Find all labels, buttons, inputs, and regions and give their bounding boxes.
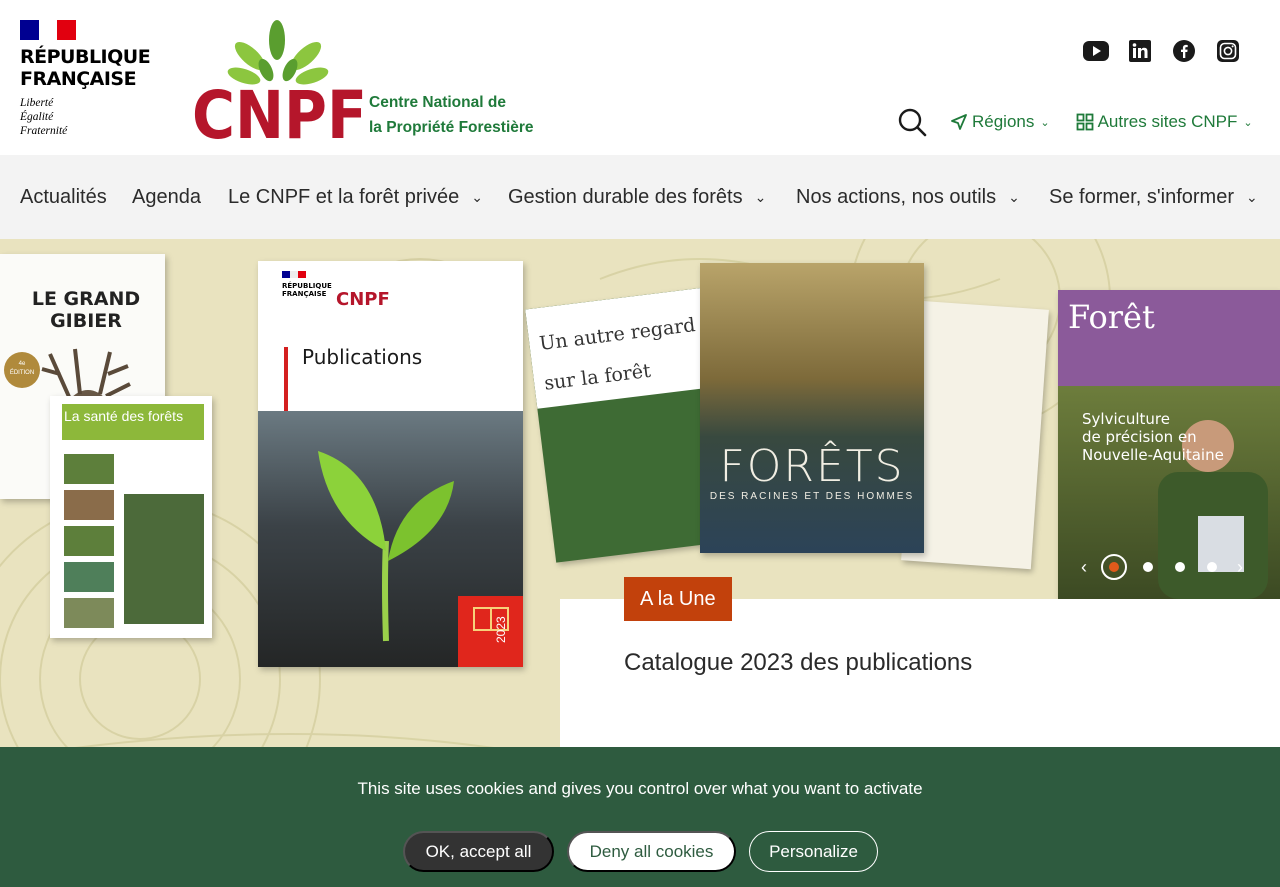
linkedin-icon[interactable] [1127,38,1153,64]
book-subtitle: Sylviculture de précision en Nouvelle-Aq… [1082,410,1224,464]
featured-title[interactable]: Catalogue 2023 des publications [624,649,972,677]
regions-label: Régions [972,112,1035,131]
book-subtitle: DES RACINES ET DES HOMMES [709,491,915,502]
chevron-down-icon: ⌄ [1040,116,1050,129]
nav-item-label: Le CNPF et la forêt privée [228,185,460,208]
carousel-dot-2[interactable] [1143,562,1153,572]
carousel-next-arrow-icon[interactable]: › [1228,557,1252,578]
nav-item-label: Agenda [132,185,201,208]
book-title: La santé des forêts [64,408,184,424]
header-tools: Régions ⌄ Autres sites CNPF ⌄ [896,107,1253,137]
chevron-down-icon: ⌄ [1245,188,1258,205]
personalize-cookies-button[interactable]: Personalize [749,831,878,872]
book-title: Forêt [1068,298,1155,336]
carousel-dot-1[interactable] [1101,554,1127,580]
autres-sites-label: Autres sites CNPF [1097,112,1238,131]
instagram-icon[interactable] [1215,38,1241,64]
cnpf-wordmark: CNPF [192,77,367,143]
book-year-block [458,596,523,667]
book-title: Publications [302,345,423,369]
book-photo [64,526,114,556]
republique-title: RÉPUBLIQUE FRANÇAISE [20,46,151,90]
republique-motto: Liberté Égalité Fraternité [20,97,68,137]
nav-item-agenda[interactable]: Agenda [132,155,201,239]
book-photo [124,494,204,624]
featured-card[interactable]: Catalogue 2023 des publications [560,599,1280,747]
accept-all-cookies-button[interactable]: OK, accept all [403,831,554,872]
chevron-down-icon: ⌄ [754,188,767,205]
carousel-dot-4[interactable] [1207,562,1217,572]
book-photo [64,490,114,520]
deny-all-cookies-button[interactable]: Deny all cookies [567,831,736,872]
a-la-une-badge: A la Une [624,577,732,621]
red-accent-bar [284,347,288,413]
cookie-message: This site uses cookies and gives you con… [357,779,923,798]
book-cover-forets: FORÊTS DES RACINES ET DES HOMMES [700,263,924,553]
youtube-icon[interactable] [1083,38,1109,64]
regions-dropdown[interactable]: Régions ⌄ [950,112,1050,132]
hero-carousel: LE GRAND GIBIER 4e ÉDITION La santé des f… [0,239,1280,747]
book-year: 2023 [494,616,508,643]
svg-text:RÉPUBLIQUE: RÉPUBLIQUE [282,281,332,290]
cnpf-full-name[interactable]: Centre National de la Propriété Forestiè… [369,90,534,140]
book-title: FORÊTS [719,441,905,492]
french-flag-icon [20,20,77,40]
chevron-down-icon: ⌄ [1243,116,1253,129]
publication-logos: RÉPUBLIQUE FRANÇAISE CNPF [282,271,390,310]
facebook-icon[interactable] [1171,38,1197,64]
cnpf-logo[interactable]: CNPF [192,18,367,143]
carousel-controls: ‹ › [1072,552,1252,582]
main-navigation: Actualités Agenda Le CNPF et la forêt pr… [0,155,1280,239]
chevron-down-icon: ⌄ [1008,188,1020,205]
cookie-banner: This site uses cookies and gives you con… [0,747,1280,887]
svg-text:CNPF: CNPF [336,289,390,310]
book-photo [64,598,114,628]
location-arrow-icon [951,114,967,130]
nav-item-label: Gestion durable des forêts [508,185,743,208]
svg-text:FRANÇAISE: FRANÇAISE [282,290,327,298]
social-links [1083,38,1241,64]
nav-item-label: Nos actions, nos outils [796,185,997,208]
book-photo [64,562,114,592]
autres-sites-dropdown[interactable]: Autres sites CNPF ⌄ [1076,112,1253,132]
book-cover-publications: RÉPUBLIQUE FRANÇAISE CNPF Publications 2… [258,261,523,667]
nav-item-label: Actualités [20,185,107,208]
carousel-prev-arrow-icon[interactable]: ‹ [1072,557,1096,578]
carousel-dot-3[interactable] [1175,562,1185,572]
search-icon[interactable] [896,107,928,137]
nav-item-se-former[interactable]: Se former, s'informer ⌄ [1049,155,1258,239]
nav-item-gestion-durable[interactable]: Gestion durable des forêts ⌄ [508,155,766,239]
nav-item-nos-actions[interactable]: Nos actions, nos outils ⌄ [796,155,1020,239]
site-header: RÉPUBLIQUE FRANÇAISE Liberté Égalité Fra… [0,0,1280,155]
chevron-down-icon: ⌄ [471,188,483,205]
book-cover-sante-des-forets: La santé des forêts [50,396,212,638]
nav-item-label: Se former, s'informer [1049,185,1234,208]
nav-item-cnpf-foret-privee[interactable]: Le CNPF et la forêt privée ⌄ [228,155,483,239]
republique-francaise-logo[interactable]: RÉPUBLIQUE FRANÇAISE Liberté Égalité Fra… [20,20,151,138]
book-title: LE GRAND GIBIER [31,288,141,332]
grid-icon [1076,113,1093,131]
book-photo [64,454,114,484]
nav-item-actualites[interactable]: Actualités [20,155,107,239]
